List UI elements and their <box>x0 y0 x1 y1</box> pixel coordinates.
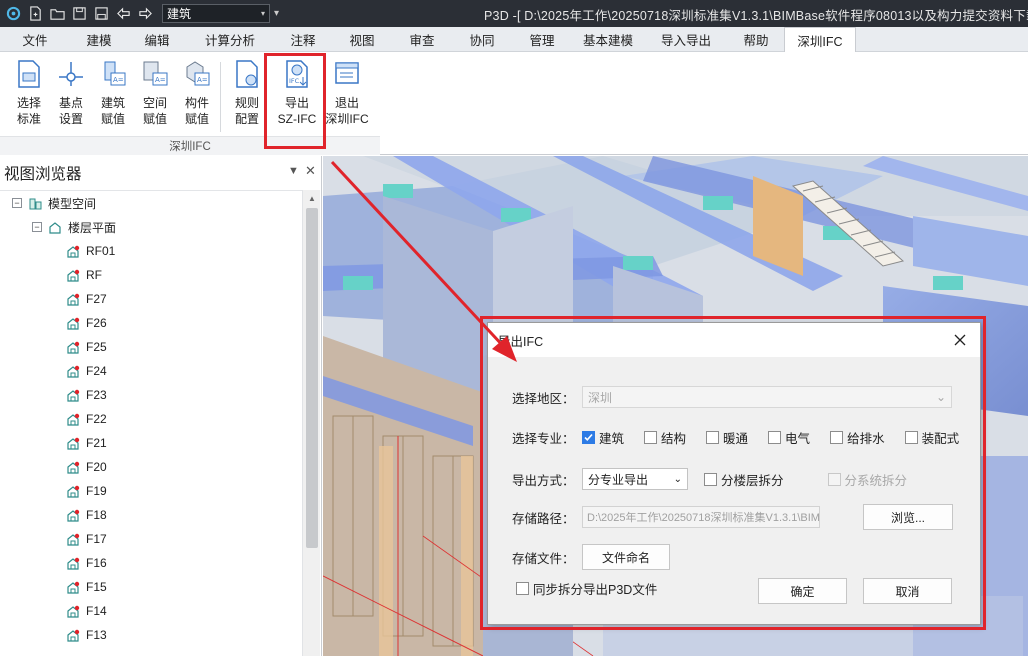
annotation-arrow <box>330 160 517 362</box>
